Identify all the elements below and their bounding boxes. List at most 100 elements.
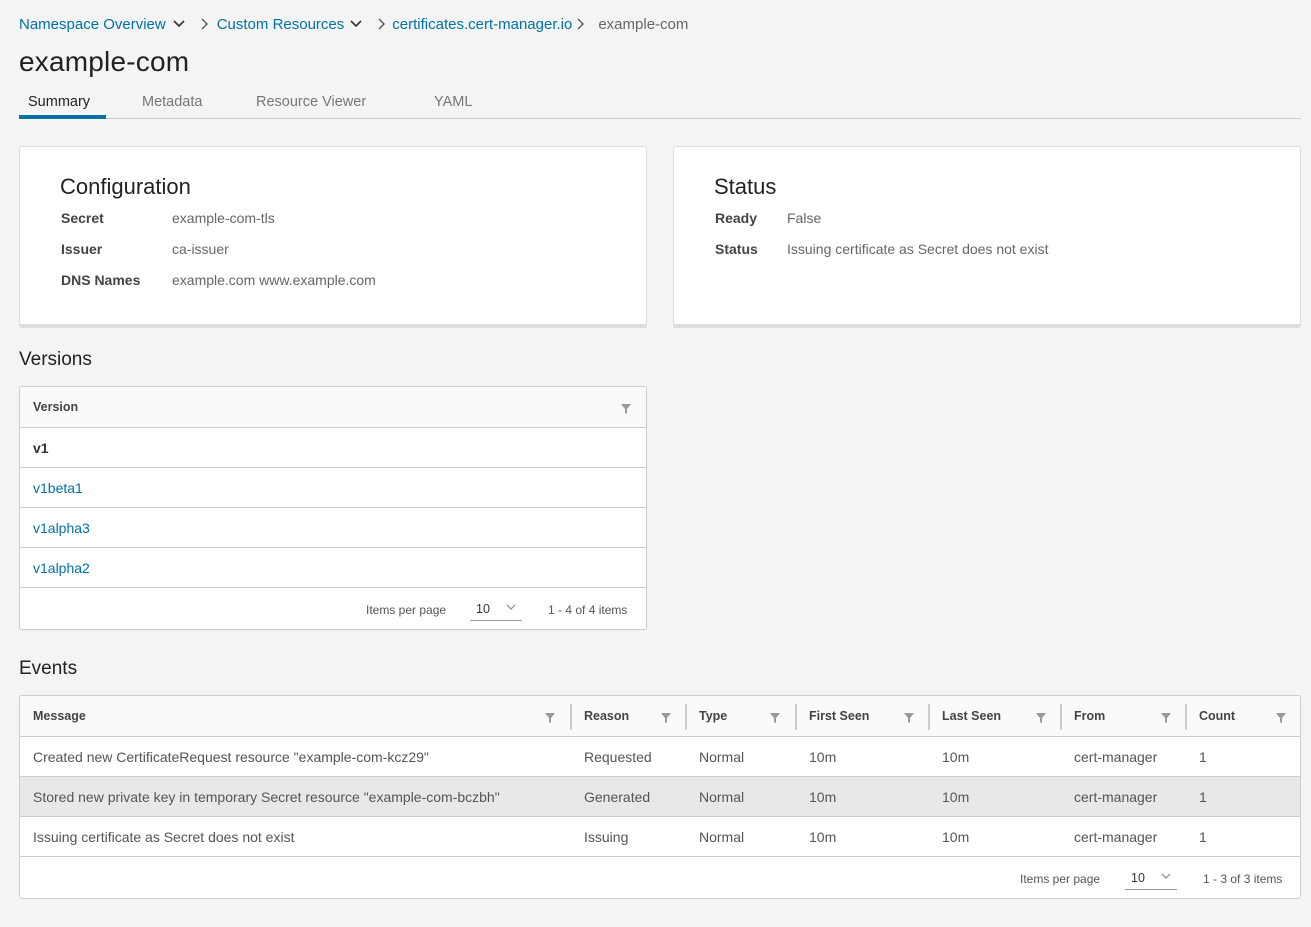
column-header-reason[interactable]: Reason xyxy=(571,696,686,737)
column-header-first-seen[interactable]: First Seen xyxy=(796,696,929,737)
version-link[interactable]: v1beta1 xyxy=(33,480,83,496)
items-per-page-select[interactable]: 10 xyxy=(1125,866,1177,890)
version-link[interactable]: v1alpha2 xyxy=(33,560,90,576)
column-label: Message xyxy=(33,709,86,723)
column-header-version[interactable]: Version xyxy=(20,387,646,428)
table-row[interactable]: v1alpha3 xyxy=(20,508,646,548)
chevron-down-icon xyxy=(506,604,516,610)
items-per-page-value: 10 xyxy=(476,602,490,616)
chevron-right-icon xyxy=(378,18,386,30)
event-type: Normal xyxy=(699,829,745,845)
event-first-seen: 10m xyxy=(809,749,837,765)
filter-icon[interactable] xyxy=(621,404,631,414)
table-row[interactable]: v1alpha2 xyxy=(20,548,646,588)
items-per-page-select[interactable]: 10 xyxy=(470,597,522,621)
column-header-count[interactable]: Count xyxy=(1186,696,1300,737)
secret-value: example-com-tls xyxy=(172,210,275,226)
events-title: Events xyxy=(19,658,78,679)
table-row[interactable]: Created new CertificateRequest resource … xyxy=(20,737,1300,777)
status-title: Status xyxy=(714,174,777,199)
event-first-seen: 10m xyxy=(809,829,837,845)
event-message: Stored new private key in temporary Secr… xyxy=(33,789,500,805)
tab-summary[interactable]: Summary xyxy=(28,94,90,110)
table-row[interactable]: Stored new private key in temporary Secr… xyxy=(20,777,1300,817)
secret-label: Secret xyxy=(61,210,104,226)
event-first-seen: 10m xyxy=(809,789,837,805)
table-row[interactable]: v1beta1 xyxy=(20,468,646,508)
dns-names-value: example.com www.example.com xyxy=(172,272,376,288)
event-last-seen: 10m xyxy=(942,749,970,765)
event-type: Normal xyxy=(699,789,745,805)
breadcrumb-crd[interactable]: certificates.cert-manager.io xyxy=(392,16,572,33)
column-header-from[interactable]: From xyxy=(1061,696,1186,737)
filter-icon[interactable] xyxy=(1276,713,1286,723)
chevron-down-icon[interactable] xyxy=(173,20,185,28)
column-header-type[interactable]: Type xyxy=(686,696,796,737)
event-from: cert-manager xyxy=(1074,789,1158,805)
chevron-down-icon[interactable] xyxy=(350,20,362,28)
event-type: Normal xyxy=(699,749,745,765)
filter-icon[interactable] xyxy=(661,713,671,723)
breadcrumb-custom-resources[interactable]: Custom Resources xyxy=(217,16,345,33)
issuer-label: Issuer xyxy=(61,241,103,257)
event-count: 1 xyxy=(1199,789,1207,805)
issuer-value: ca-issuer xyxy=(172,241,229,257)
table-footer: Items per page 10 1 - 3 of 3 items xyxy=(20,858,1300,898)
pagination-range: 1 - 4 of 4 items xyxy=(548,603,628,617)
versions-table: Version v1 v1beta1 v1alpha3 v1alpha2 Ite… xyxy=(19,386,647,630)
tab-yaml[interactable]: YAML xyxy=(434,94,472,110)
chevron-right-icon xyxy=(201,18,208,30)
breadcrumb-namespace-overview[interactable]: Namespace Overview xyxy=(19,16,166,33)
event-count: 1 xyxy=(1199,749,1207,765)
version-cell: v1 xyxy=(33,440,49,456)
filter-icon[interactable] xyxy=(1161,713,1171,723)
tab-bar: Summary Metadata Resource Viewer YAML xyxy=(19,90,1301,119)
dns-names-label: DNS Names xyxy=(61,272,141,288)
configuration-card: Configuration Secret example-com-tls Iss… xyxy=(19,146,647,328)
version-link[interactable]: v1alpha3 xyxy=(33,520,90,536)
event-message: Issuing certificate as Secret does not e… xyxy=(33,829,295,845)
breadcrumb-current: example-com xyxy=(598,15,689,33)
events-table: Message Reason Type First Seen Last Seen… xyxy=(19,695,1301,899)
chevron-down-icon xyxy=(1161,873,1171,879)
event-from: cert-manager xyxy=(1074,749,1158,765)
event-last-seen: 10m xyxy=(942,829,970,845)
items-per-page-value: 10 xyxy=(1131,871,1145,885)
column-label: Count xyxy=(1199,709,1236,723)
event-from: cert-manager xyxy=(1074,829,1158,845)
status-card: Status Ready False Status Issuing certif… xyxy=(673,146,1301,328)
filter-icon[interactable] xyxy=(545,713,555,723)
column-label: Reason xyxy=(584,709,630,723)
page-title: example-com xyxy=(19,46,190,77)
active-tab-indicator xyxy=(19,115,106,119)
filter-icon[interactable] xyxy=(770,713,780,723)
items-per-page-label: Items per page xyxy=(366,603,447,617)
column-label: From xyxy=(1074,709,1106,723)
column-header-message[interactable]: Message xyxy=(20,696,570,737)
column-label: First Seen xyxy=(809,709,870,723)
tab-resource-viewer[interactable]: Resource Viewer xyxy=(256,94,366,110)
chevron-right-icon xyxy=(577,18,585,30)
event-reason: Issuing xyxy=(584,829,629,845)
table-row[interactable]: v1 xyxy=(20,428,646,468)
tab-metadata[interactable]: Metadata xyxy=(142,94,202,110)
table-footer: Items per page 10 1 - 4 of 4 items xyxy=(20,589,646,629)
items-per-page-label: Items per page xyxy=(1020,872,1101,886)
table-header: Message Reason Type First Seen Last Seen… xyxy=(20,696,1300,737)
event-reason: Requested xyxy=(584,749,652,765)
status-label: Status xyxy=(715,241,758,257)
status-value: Issuing certificate as Secret does not e… xyxy=(787,241,1049,257)
breadcrumb: Namespace Overview Custom Resources cert… xyxy=(19,14,688,34)
table-row[interactable]: Issuing certificate as Secret does not e… xyxy=(20,817,1300,857)
column-header-last-seen[interactable]: Last Seen xyxy=(929,696,1061,737)
event-reason: Generated xyxy=(584,789,651,805)
event-last-seen: 10m xyxy=(942,789,970,805)
filter-icon[interactable] xyxy=(904,713,914,723)
event-message: Created new CertificateRequest resource … xyxy=(33,749,429,765)
column-label: Last Seen xyxy=(942,709,1002,723)
ready-value: False xyxy=(787,210,822,226)
filter-icon[interactable] xyxy=(1036,713,1046,723)
versions-title: Versions xyxy=(19,349,92,370)
event-count: 1 xyxy=(1199,829,1207,845)
column-label: Type xyxy=(699,709,728,723)
